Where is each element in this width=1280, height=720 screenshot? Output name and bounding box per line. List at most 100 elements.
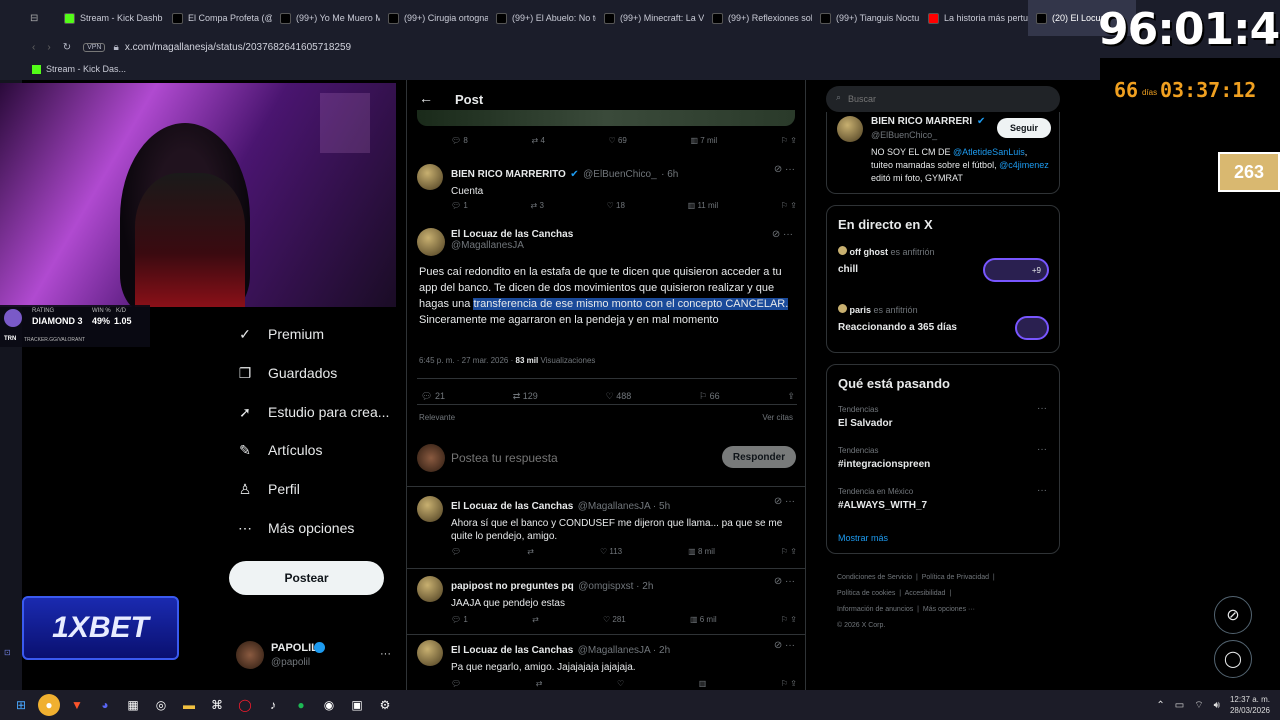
reply-handle[interactable]: @MagallanesJA · 5h — [578, 501, 670, 512]
reply-avatar[interactable] — [417, 640, 443, 666]
repost-action[interactable]: ⇄ 129 — [513, 391, 538, 402]
account-menu-icon[interactable]: ··· — [380, 648, 391, 660]
like-action[interactable]: ♡ 281 — [603, 615, 626, 624]
reply-action[interactable]: 💬︎ — [451, 679, 461, 688]
reply-action[interactable]: 💬︎ — [451, 547, 461, 556]
windows-start-icon[interactable]: ⊞ — [10, 694, 32, 716]
follow-button[interactable]: Seguir — [997, 118, 1051, 138]
reply-action[interactable]: 💬︎ 8 — [451, 136, 468, 145]
spotify-icon[interactable]: ● — [290, 694, 312, 716]
space-listeners[interactable] — [1015, 316, 1049, 340]
messages-icon[interactable]: ◯ — [1214, 640, 1252, 678]
like-action[interactable]: ♡ 113 — [600, 547, 622, 556]
bookmark-action[interactable]: ⚐ ⇪ — [781, 547, 797, 556]
gamepad-icon[interactable]: ⌘ — [206, 694, 228, 716]
wifi-icon[interactable]: ⌔ — [1194, 699, 1203, 712]
more-icon[interactable]: ⊘ ··· — [774, 576, 795, 587]
reply-button[interactable]: Responder — [722, 446, 796, 468]
opera-icon[interactable]: ◯ — [234, 694, 256, 716]
show-more-link[interactable]: Mostrar más — [838, 533, 888, 543]
volume-icon[interactable]: 🔊︎ — [1214, 700, 1220, 711]
discord-icon[interactable]: ◕ — [94, 694, 116, 716]
reply-action[interactable]: 💬︎ 1 — [451, 615, 468, 624]
nav-item-5[interactable]: ⋯ Más opciones — [236, 519, 354, 537]
sidebar-bottom-icon[interactable]: ⊡ — [4, 648, 11, 657]
reply-handle[interactable]: @omgispxst · 2h — [578, 581, 653, 592]
repost-action[interactable]: ⇄ 4 — [532, 136, 545, 145]
forward-icon[interactable]: › — [47, 42, 50, 53]
vpn-badge[interactable]: VPN — [83, 42, 106, 52]
tab-1[interactable]: El Compa Profeta (@ — [164, 0, 272, 36]
views-action[interactable]: ▥ 11 mil — [688, 201, 719, 210]
profile-handle[interactable]: @ElBuenChico_ — [871, 130, 937, 140]
tab-6[interactable]: (99+) Reflexiones sob — [704, 0, 812, 36]
app-icon-box[interactable]: ▣ — [346, 694, 368, 716]
like-action[interactable]: ♡ 69 — [609, 136, 627, 145]
tab-4[interactable]: (99+) El Abuelo: No te — [488, 0, 596, 36]
tray-icon[interactable]: ▭ — [1175, 700, 1184, 711]
views-action[interactable]: ▥ — [699, 679, 707, 688]
footer-link[interactable]: Condiciones de Servicio — [837, 574, 912, 581]
clock[interactable]: 12:37 a. m. 28/03/2026 — [1230, 694, 1270, 716]
trend-more-icon[interactable]: ··· — [1037, 485, 1047, 496]
views-action[interactable]: ▥ 6 mil — [690, 615, 717, 624]
post-button[interactable]: Postear — [229, 561, 384, 595]
tab-3[interactable]: (99+) Cirugia ortognat — [380, 0, 488, 36]
tab-menu-icon[interactable]: ⊟ — [30, 13, 38, 24]
bookmark-action[interactable]: ⚐ ⇪ — [781, 615, 797, 624]
sort-dropdown[interactable]: Relevante — [419, 413, 455, 422]
grok-icon[interactable]: ⊘ — [1214, 596, 1252, 634]
nav-item-1[interactable]: ❐ Guardados — [236, 364, 338, 382]
bookmark-item[interactable]: Stream - Kick Das... — [46, 64, 126, 74]
bookmark-action[interactable]: ⚐ 66 — [699, 391, 720, 402]
tab-8[interactable]: La historia más pertu — [920, 0, 1028, 36]
reply-avatar[interactable] — [417, 576, 443, 602]
repost-action[interactable]: ⇄ — [536, 679, 543, 688]
footer-link[interactable]: Información de anuncios — [837, 606, 913, 613]
brave-icon[interactable]: ▼ — [66, 694, 88, 716]
profile-avatar[interactable] — [837, 116, 863, 142]
nav-item-2[interactable]: ➚ Estudio para crea... — [236, 403, 389, 421]
footer-link[interactable]: Política de Privacidad — [922, 574, 989, 581]
reply-handle[interactable]: @ElBuenChico_ — [583, 169, 657, 180]
back-icon[interactable]: ‹ — [32, 42, 35, 53]
app-icon-coin[interactable]: ● — [38, 694, 60, 716]
user-avatar[interactable] — [236, 641, 264, 669]
repost-action[interactable]: ⇄ 3 — [531, 201, 544, 210]
app-icon-round[interactable]: ◉ — [318, 694, 340, 716]
reply-action[interactable]: 💬︎ 21 — [421, 391, 445, 402]
trend-more-icon[interactable]: ··· — [1037, 403, 1047, 414]
url-field[interactable]: x.com/magallanesja/status/20376826416057… — [125, 42, 351, 53]
reply-time[interactable]: · 6h — [661, 169, 678, 180]
main-author-handle[interactable]: @MagallanesJA — [451, 240, 573, 251]
store-icon[interactable]: ▦ — [122, 694, 144, 716]
reply-author[interactable]: El Locuaz de las Canchas — [451, 501, 573, 512]
reply-input[interactable] — [451, 448, 691, 468]
post-timestamp[interactable]: 6:45 p. m. · 27 mar. 2026 · — [419, 356, 513, 365]
bookmark-action[interactable]: ⚐ ⇪ — [781, 136, 797, 145]
reply-avatar[interactable] — [417, 496, 443, 522]
more-icon[interactable]: ⊘ ··· — [774, 640, 795, 651]
profile-name[interactable]: BIEN RICO MARRERI — [871, 116, 972, 127]
tab-5[interactable]: (99+) Minecraft: La Ve — [596, 0, 704, 36]
reload-icon[interactable]: ↻ — [63, 42, 71, 53]
reply-author[interactable]: papipost no preguntes pq — [451, 581, 574, 592]
search-bar[interactable]: ⌕ — [826, 86, 1060, 112]
views-action[interactable]: ▥ 7 mil — [691, 136, 718, 145]
views-action[interactable]: ▥ 8 mil — [688, 547, 715, 556]
nav-item-4[interactable]: ♙ Perfil — [236, 480, 300, 498]
nav-item-3[interactable]: ✎ Artículos — [236, 441, 322, 459]
reply-author[interactable]: El Locuaz de las Canchas — [451, 645, 573, 656]
reply-avatar[interactable] — [417, 164, 443, 190]
repost-action[interactable]: ⇄ — [527, 547, 534, 556]
like-action[interactable]: ♡ 488 — [606, 391, 632, 402]
trend-more-icon[interactable]: ··· — [1037, 444, 1047, 455]
main-post-avatar[interactable] — [417, 228, 445, 256]
tray-chevron-icon[interactable]: ⌃ — [1156, 700, 1164, 711]
obs-icon[interactable]: ◎ — [150, 694, 172, 716]
footer-link[interactable]: Accesibilidad — [905, 590, 946, 597]
more-icon[interactable]: ⊘ ··· — [774, 164, 795, 175]
more-icon[interactable]: ⊘ ··· — [774, 496, 795, 507]
bio-link[interactable]: @c4jimenez — [999, 160, 1049, 170]
nav-item-0[interactable]: ✓ Premium — [236, 325, 324, 343]
